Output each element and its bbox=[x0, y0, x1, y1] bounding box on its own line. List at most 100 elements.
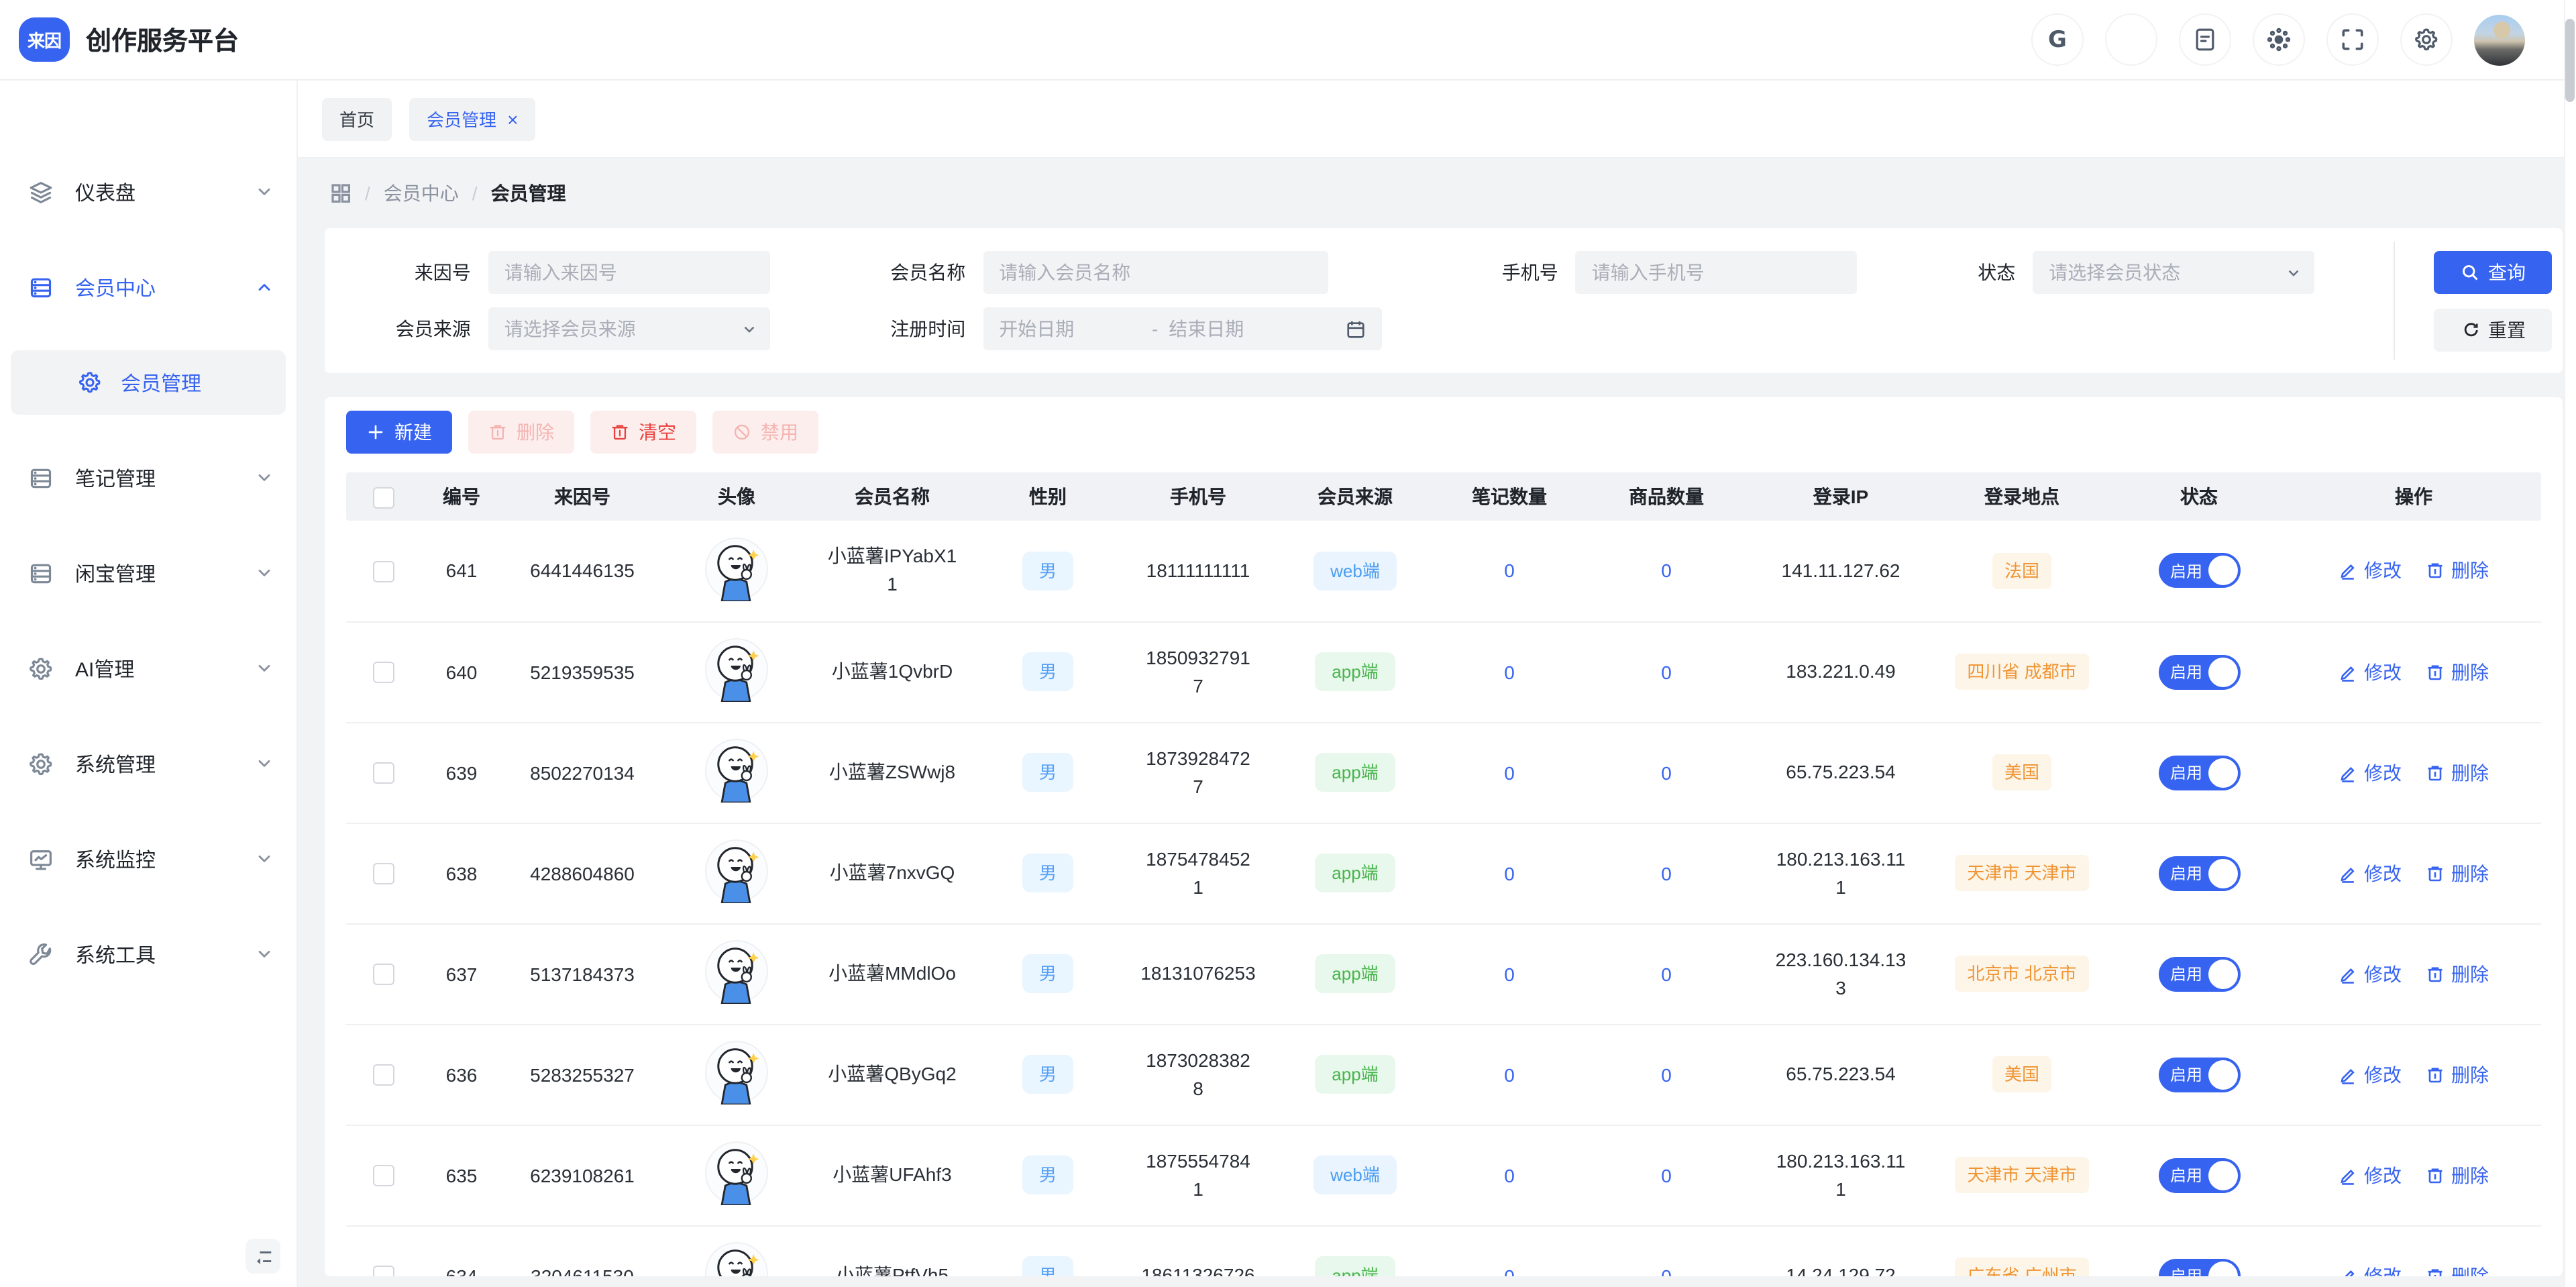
goods-count-link[interactable]: 0 bbox=[1661, 762, 1672, 783]
status-select[interactable]: 请选择会员状态 bbox=[2033, 251, 2314, 294]
status-toggle[interactable]: 启用 bbox=[2158, 856, 2240, 890]
document-button[interactable] bbox=[2179, 13, 2231, 66]
delete-row-button[interactable]: 删除 bbox=[2426, 1162, 2489, 1188]
tab-close-icon[interactable]: × bbox=[507, 109, 518, 128]
row-checkbox[interactable] bbox=[373, 561, 394, 582]
laiyin-input[interactable] bbox=[488, 251, 770, 294]
register-time-range-picker[interactable]: 开始日期 - 结束日期 bbox=[983, 307, 1381, 350]
delete-row-button[interactable]: 删除 bbox=[2426, 860, 2489, 886]
note-count-link[interactable]: 0 bbox=[1504, 1265, 1515, 1276]
edit-row-button[interactable]: 修改 bbox=[2339, 1162, 2402, 1188]
table-row[interactable]: 637 5137184373 小蓝薯MMdlOo 男 18131076253 a… bbox=[346, 923, 2541, 1024]
reset-button[interactable]: 重置 bbox=[2434, 308, 2552, 351]
toolbar-button-1: 删除 bbox=[468, 411, 574, 454]
delete-row-button[interactable]: 删除 bbox=[2426, 558, 2489, 584]
user-avatar[interactable] bbox=[2474, 14, 2525, 65]
edit-row-button[interactable]: 修改 bbox=[2339, 759, 2402, 786]
edit-row-button[interactable]: 修改 bbox=[2339, 960, 2402, 987]
sidebar-item-2[interactable]: 会员管理 bbox=[11, 350, 286, 415]
goods-count-link[interactable]: 0 bbox=[1661, 661, 1672, 682]
goods-count-link[interactable]: 0 bbox=[1661, 1265, 1672, 1276]
fullscreen-button[interactable] bbox=[2326, 13, 2379, 66]
status-toggle[interactable]: 启用 bbox=[2158, 1258, 2240, 1276]
note-count-link[interactable]: 0 bbox=[1504, 1164, 1515, 1186]
window-scrollbar[interactable] bbox=[2564, 0, 2576, 1287]
member-name-input[interactable] bbox=[983, 251, 1328, 294]
scrollbar-thumb[interactable] bbox=[2565, 19, 2575, 102]
row-checkbox[interactable] bbox=[373, 863, 394, 884]
wrench-icon bbox=[28, 941, 54, 967]
gitee-button[interactable]: G bbox=[2031, 13, 2084, 66]
edit-row-button[interactable]: 修改 bbox=[2339, 658, 2402, 685]
breadcrumb-item[interactable]: 会员中心 bbox=[384, 180, 459, 207]
table-row[interactable]: 634 3204611530 小蓝薯PtfVh5 男 18611326726 a… bbox=[346, 1225, 2541, 1276]
status-toggle[interactable]: 启用 bbox=[2158, 1157, 2240, 1192]
goods-count-link[interactable]: 0 bbox=[1661, 963, 1672, 984]
sidebar-item-1[interactable]: 会员中心 bbox=[0, 255, 297, 319]
goods-count-link[interactable]: 0 bbox=[1661, 1064, 1672, 1085]
github-button[interactable] bbox=[2105, 13, 2157, 66]
sidebar-collapse-button[interactable] bbox=[246, 1239, 280, 1274]
note-count-link[interactable]: 0 bbox=[1504, 661, 1515, 682]
note-count-link[interactable]: 0 bbox=[1504, 862, 1515, 884]
status-toggle[interactable]: 启用 bbox=[2158, 1057, 2240, 1092]
edit-row-button[interactable]: 修改 bbox=[2339, 558, 2402, 584]
edit-row-button[interactable]: 修改 bbox=[2339, 1262, 2402, 1276]
row-checkbox[interactable] bbox=[373, 1165, 394, 1186]
note-count-link[interactable]: 0 bbox=[1504, 762, 1515, 783]
delete-row-button[interactable]: 删除 bbox=[2426, 960, 2489, 987]
laiyin-id-cell: 8502270134 bbox=[502, 722, 663, 823]
table-row[interactable]: 635 6239108261 小蓝薯UFAhf3 男 1875554784 1 … bbox=[346, 1125, 2541, 1225]
end-date-placeholder[interactable]: 结束日期 bbox=[1169, 315, 1334, 342]
delete-row-button[interactable]: 删除 bbox=[2426, 759, 2489, 786]
row-checkbox[interactable] bbox=[373, 1266, 394, 1276]
note-count-link[interactable]: 0 bbox=[1504, 1064, 1515, 1085]
sidebar-item-8[interactable]: 系统工具 bbox=[0, 922, 297, 986]
table-row[interactable]: 639 8502270134 小蓝薯ZSWwj8 男 1873928472 7 … bbox=[346, 722, 2541, 823]
note-count-link[interactable]: 0 bbox=[1504, 560, 1515, 582]
table-row[interactable]: 641 6441446135 小蓝薯IPYabX1 1 男 1811111111… bbox=[346, 521, 2541, 621]
note-count-link[interactable]: 0 bbox=[1504, 963, 1515, 984]
sidebar-item-5[interactable]: AI管理 bbox=[0, 636, 297, 701]
goods-count-link[interactable]: 0 bbox=[1661, 560, 1672, 582]
row-checkbox[interactable] bbox=[373, 964, 394, 985]
tab-1[interactable]: 会员管理× bbox=[409, 97, 535, 140]
start-date-placeholder[interactable]: 开始日期 bbox=[999, 315, 1141, 342]
status-toggle[interactable]: 启用 bbox=[2158, 755, 2240, 790]
row-checkbox[interactable] bbox=[373, 1064, 394, 1086]
tab-0[interactable]: 首页 bbox=[322, 97, 392, 140]
source-select[interactable]: 请选择会员来源 bbox=[488, 307, 770, 350]
settings-button[interactable] bbox=[2400, 13, 2453, 66]
table-row[interactable]: 640 5219359535 小蓝薯1QvbrD 男 1850932791 7 … bbox=[346, 621, 2541, 722]
phone-cell: 18131076253 bbox=[1122, 923, 1275, 1024]
select-all-checkbox[interactable] bbox=[373, 486, 394, 508]
status-toggle[interactable]: 启用 bbox=[2158, 956, 2240, 991]
theme-button[interactable] bbox=[2253, 13, 2305, 66]
delete-row-button[interactable]: 删除 bbox=[2426, 658, 2489, 685]
sidebar-item-6[interactable]: 系统管理 bbox=[0, 731, 297, 796]
sidebar-item-3[interactable]: 笔记管理 bbox=[0, 446, 297, 510]
row-checkbox[interactable] bbox=[373, 662, 394, 683]
status-toggle[interactable]: 启用 bbox=[2158, 654, 2240, 689]
delete-row-button[interactable]: 删除 bbox=[2426, 1061, 2489, 1088]
goods-count-link[interactable]: 0 bbox=[1661, 862, 1672, 884]
edit-row-button[interactable]: 修改 bbox=[2339, 860, 2402, 886]
query-button[interactable]: 查询 bbox=[2434, 250, 2552, 293]
toggle-knob bbox=[2208, 556, 2237, 586]
sidebar-item-7[interactable]: 系统监控 bbox=[0, 827, 297, 891]
toolbar-button-0[interactable]: 新建 bbox=[346, 411, 452, 454]
toolbar-button-2[interactable]: 清空 bbox=[590, 411, 696, 454]
plus-icon bbox=[366, 423, 385, 442]
status-cell: 启用 bbox=[2112, 923, 2286, 1024]
sidebar-item-0[interactable]: 仪表盘 bbox=[0, 160, 297, 224]
row-checkbox[interactable] bbox=[373, 762, 394, 784]
phone-input[interactable] bbox=[1576, 251, 1858, 294]
delete-row-button[interactable]: 删除 bbox=[2426, 1262, 2489, 1276]
table-row[interactable]: 636 5283255327 小蓝薯QByGq2 男 1873028382 8 … bbox=[346, 1024, 2541, 1125]
goods-count-link[interactable]: 0 bbox=[1661, 1164, 1672, 1186]
status-toggle[interactable]: 启用 bbox=[2158, 554, 2240, 588]
edit-row-button[interactable]: 修改 bbox=[2339, 1061, 2402, 1088]
apps-grid-icon[interactable] bbox=[330, 183, 352, 204]
sidebar-item-4[interactable]: 闲宝管理 bbox=[0, 541, 297, 605]
table-row[interactable]: 638 4288604860 小蓝薯7nxvGQ 男 1875478452 1 … bbox=[346, 823, 2541, 923]
